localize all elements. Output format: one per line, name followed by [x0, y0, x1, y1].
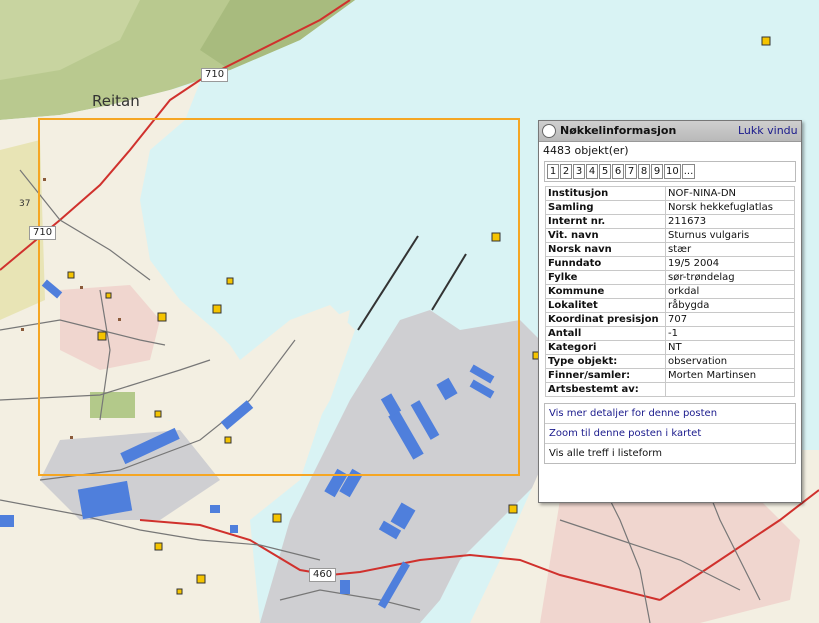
field-value: 19/5 2004 [665, 256, 795, 271]
field-key: Finner/samler: [545, 368, 666, 383]
sports-field [90, 392, 135, 418]
road-number-460: 460 [309, 568, 337, 582]
table-row: Kategori NT [545, 340, 795, 355]
table-row: Vit. navn Sturnus vulgaris [545, 228, 795, 243]
page-3-button[interactable]: 3 [573, 164, 585, 179]
field-value [665, 382, 795, 397]
page-8-button[interactable]: 8 [638, 164, 650, 179]
more-details-link[interactable]: Vis mer detaljer for denne posten [545, 404, 795, 424]
page-1-button[interactable]: 1 [547, 164, 559, 179]
table-row: Internt nr. 211673 [545, 214, 795, 229]
field-value: Sturnus vulgaris [665, 228, 795, 243]
table-row: Antall -1 [545, 326, 795, 341]
field-key: Fylke [545, 270, 666, 285]
table-row: Norsk navn stær [545, 242, 795, 257]
key-info-popup: Nøkkelinformasjon Lukk vindu 4483 objekt… [538, 120, 802, 503]
pager: 1 2 3 4 5 6 7 8 9 10 ... [544, 161, 796, 182]
field-key: Kommune [545, 284, 666, 299]
field-key: Koordinat presisjon [545, 312, 666, 327]
page-4-button[interactable]: 4 [586, 164, 598, 179]
table-row: Artsbestemt av: [545, 382, 795, 397]
field-value: stær [665, 242, 795, 257]
table-row: Finner/samler: Morten Martinsen [545, 368, 795, 383]
close-window-link[interactable]: Lukk vindu [738, 124, 800, 137]
table-row: Kommune orkdal [545, 284, 795, 299]
page-7-button[interactable]: 7 [625, 164, 637, 179]
zoom-to-post-link[interactable]: Zoom til denne posten i kartet [545, 424, 795, 444]
road-number-710-west: 710 [29, 226, 57, 240]
field-key: Type objekt: [545, 354, 666, 369]
field-value: orkdal [665, 284, 795, 299]
page-2-button[interactable]: 2 [560, 164, 572, 179]
popup-icon [542, 124, 556, 138]
info-table: Institusjon NOF-NINA-DN Samling Norsk hekk… [545, 186, 795, 397]
field-key: Lokalitet [545, 298, 666, 313]
field-key: Kategori [545, 340, 666, 355]
table-row: Koordinat presisjon 707 [545, 312, 795, 327]
field-value: sør-trøndelag [665, 270, 795, 285]
popup-header: Nøkkelinformasjon Lukk vindu [539, 121, 801, 142]
field-key: Vit. navn [545, 228, 666, 243]
table-row: Fylke sør-trøndelag [545, 270, 795, 285]
page-5-button[interactable]: 5 [599, 164, 611, 179]
road-number-710: 710 [201, 68, 229, 82]
object-count: 4483 objekt(er) [543, 144, 629, 157]
table-row: Type objekt: observation [545, 354, 795, 369]
place-label-reitan: Reitan [92, 92, 140, 110]
field-value: 707 [665, 312, 795, 327]
field-value: Morten Martinsen [665, 368, 795, 383]
field-value: observation [665, 354, 795, 369]
field-value: Norsk hekkefuglatlas [665, 200, 795, 215]
page-9-button[interactable]: 9 [651, 164, 663, 179]
field-value: -1 [665, 326, 795, 341]
page-more-button[interactable]: ... [681, 164, 696, 179]
table-row: Funndato 19/5 2004 [545, 256, 795, 271]
field-value: NT [665, 340, 795, 355]
page-6-button[interactable]: 6 [612, 164, 624, 179]
table-row: Institusjon NOF-NINA-DN [545, 186, 795, 201]
table-row: Lokalitet råbygda [545, 298, 795, 313]
field-key: Antall [545, 326, 666, 341]
road-number-37: 37 [19, 199, 31, 209]
field-key: Samling [545, 200, 666, 215]
field-value: råbygda [665, 298, 795, 313]
field-value: NOF-NINA-DN [665, 186, 795, 201]
field-key: Internt nr. [545, 214, 666, 229]
field-value: 211673 [665, 214, 795, 229]
field-key: Funndato [545, 256, 666, 271]
field-key: Norsk navn [545, 242, 666, 257]
show-all-list-link[interactable]: Vis alle treff i listeform [545, 444, 795, 463]
field-key: Artsbestemt av: [545, 382, 666, 397]
page-10-button[interactable]: 10 [664, 164, 681, 179]
popup-title: Nøkkelinformasjon [560, 124, 677, 137]
action-links: Vis mer detaljer for denne posten Zoom t… [544, 403, 796, 464]
field-key: Institusjon [545, 186, 666, 201]
table-row: Samling Norsk hekkefuglatlas [545, 200, 795, 215]
